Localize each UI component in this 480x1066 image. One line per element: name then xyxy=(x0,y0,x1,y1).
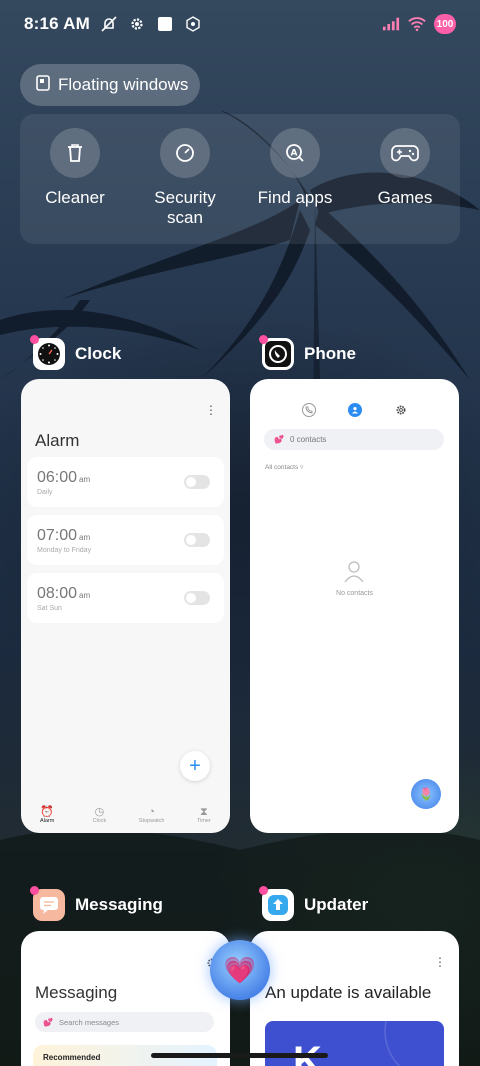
tab-label: Stopwatch xyxy=(138,818,165,824)
search-apps-icon: A xyxy=(270,128,320,178)
clock-app-header[interactable]: Clock xyxy=(30,335,122,370)
wifi-icon xyxy=(408,15,426,33)
heart-icon: 💕 xyxy=(274,435,284,444)
alarm-time: 06:00 xyxy=(37,469,78,486)
alarm-period: am xyxy=(79,533,91,542)
alarm-period: am xyxy=(79,591,91,600)
messaging-app-icon xyxy=(30,886,65,921)
clock-bottom-nav: ⏰ Alarm ◷ Clock ◔ Stopwatch ⧗ Timer xyxy=(21,797,230,833)
alarm-clock-icon: ⏰ xyxy=(40,806,54,818)
status-time: 8:16 AM xyxy=(24,14,90,33)
messaging-app-header[interactable]: Messaging xyxy=(30,886,163,921)
alarm-repeat: Daily xyxy=(37,489,53,496)
clock-app-icon xyxy=(30,335,65,370)
signal-icon xyxy=(382,15,400,33)
updater-app-icon xyxy=(259,886,294,921)
cleaner-button[interactable]: Cleaner xyxy=(25,128,125,244)
updater-app-card[interactable]: ⋮ An update is available K xyxy=(250,931,459,1066)
status-bar: 8:16 AM 100 xyxy=(0,0,480,48)
update-banner: K xyxy=(265,1021,444,1066)
alarm-title: Alarm xyxy=(35,431,80,450)
updater-app-header[interactable]: Updater xyxy=(259,886,369,921)
messaging-app-name: Messaging xyxy=(75,895,163,914)
security-scan-label: Security scan xyxy=(154,188,216,227)
gauge-icon xyxy=(160,128,210,178)
more-options-icon: ⋮ xyxy=(205,403,217,417)
no-contacts-text: No contacts xyxy=(336,590,373,597)
clock-app-card[interactable]: ⋮ Alarm 06:00 am Daily 07:00 am Monday to … xyxy=(21,379,230,833)
alarm-period: am xyxy=(79,475,91,484)
find-apps-button[interactable]: A Find apps xyxy=(245,128,345,244)
more-options-icon: ⋮ xyxy=(434,955,446,969)
alarm-time: 07:00 xyxy=(37,527,78,544)
tab-stopwatch[interactable]: ◔ Stopwatch xyxy=(132,806,172,824)
alarm-toggle[interactable] xyxy=(184,533,210,547)
phone-app-icon xyxy=(259,335,294,370)
hexagon-app-icon xyxy=(184,15,202,33)
trash-icon xyxy=(50,128,100,178)
heart-icon: 💕 xyxy=(43,1017,53,1027)
flower-bubble-icon[interactable]: 🌷 xyxy=(411,779,441,809)
alarm-row[interactable]: 08:00 am Sat Sun xyxy=(27,573,224,623)
tab-label: Alarm xyxy=(39,818,55,824)
update-available-title: An update is available xyxy=(265,983,432,1002)
alarm-repeat: Sat Sun xyxy=(37,605,62,612)
floating-window-icon xyxy=(36,74,50,96)
add-alarm-button[interactable]: + xyxy=(180,751,210,781)
games-button[interactable]: Games xyxy=(355,128,455,244)
phone-app-name: Phone xyxy=(304,344,356,363)
person-placeholder-icon xyxy=(344,561,364,588)
gamepad-icon xyxy=(380,128,430,178)
phone-tabs xyxy=(250,403,459,417)
tab-timer[interactable]: ⧗ Timer xyxy=(184,806,224,824)
games-label: Games xyxy=(377,188,433,207)
stopwatch-icon: ◔ xyxy=(148,806,155,818)
heart-bubble-icon[interactable]: 💗 xyxy=(210,940,270,1000)
clock-icon: ◷ xyxy=(94,806,105,818)
alarm-toggle[interactable] xyxy=(184,591,210,605)
contacts-count: 0 contacts xyxy=(289,435,327,444)
all-contacts-filter[interactable]: All contacts ▿ xyxy=(265,463,303,471)
settings-gear-icon[interactable] xyxy=(394,403,408,417)
dropdown-icon: ▿ xyxy=(300,464,304,471)
floating-windows-button[interactable]: Floating windows xyxy=(20,64,200,106)
hourglass-icon: ⧗ xyxy=(200,806,208,818)
settings-gear-icon xyxy=(128,15,146,33)
phone-app-header[interactable]: Phone xyxy=(259,335,356,370)
contacts-search-field[interactable]: 💕 0 contacts xyxy=(264,429,444,450)
tab-clock[interactable]: ◷ Clock xyxy=(79,806,119,824)
filter-label: All contacts xyxy=(265,464,299,471)
quick-actions-panel: Cleaner Security scan A Find apps Games xyxy=(20,114,460,244)
updater-app-name: Updater xyxy=(304,895,369,914)
clock-app-name: Clock xyxy=(75,344,122,363)
search-placeholder: Search messages xyxy=(58,1017,119,1027)
search-messages-field[interactable]: 💕 Search messages xyxy=(35,1012,214,1032)
messaging-app-card[interactable]: Messaging 💕 Search messages Recommended xyxy=(21,931,230,1066)
messaging-title: Messaging xyxy=(35,983,118,1002)
alarm-toggle[interactable] xyxy=(184,475,210,489)
find-apps-label: Find apps xyxy=(257,188,333,207)
alarm-time: 08:00 xyxy=(37,585,78,602)
cleaner-label: Cleaner xyxy=(45,188,105,207)
phone-app-card[interactable]: 💕 0 contacts All contacts ▿ No contacts … xyxy=(250,379,459,833)
security-scan-button[interactable]: Security scan xyxy=(135,128,235,244)
recents-phone-icon[interactable] xyxy=(301,403,316,417)
floating-windows-label: Floating windows xyxy=(58,75,189,94)
home-indicator[interactable] xyxy=(151,1053,328,1058)
do-not-disturb-icon xyxy=(100,15,118,33)
tab-label: Clock xyxy=(92,818,107,824)
alarm-row[interactable]: 07:00 am Monday to Friday xyxy=(27,515,224,565)
alarm-repeat: Monday to Friday xyxy=(37,547,92,554)
tab-alarm[interactable]: ⏰ Alarm xyxy=(27,806,67,824)
alarm-row[interactable]: 06:00 am Daily xyxy=(27,457,224,507)
battery-indicator: 100 xyxy=(434,14,456,34)
svg-text:A: A xyxy=(291,149,298,159)
tab-label: Timer xyxy=(196,818,211,824)
contacts-person-icon[interactable] xyxy=(347,403,362,417)
square-notification-icon xyxy=(156,15,174,33)
